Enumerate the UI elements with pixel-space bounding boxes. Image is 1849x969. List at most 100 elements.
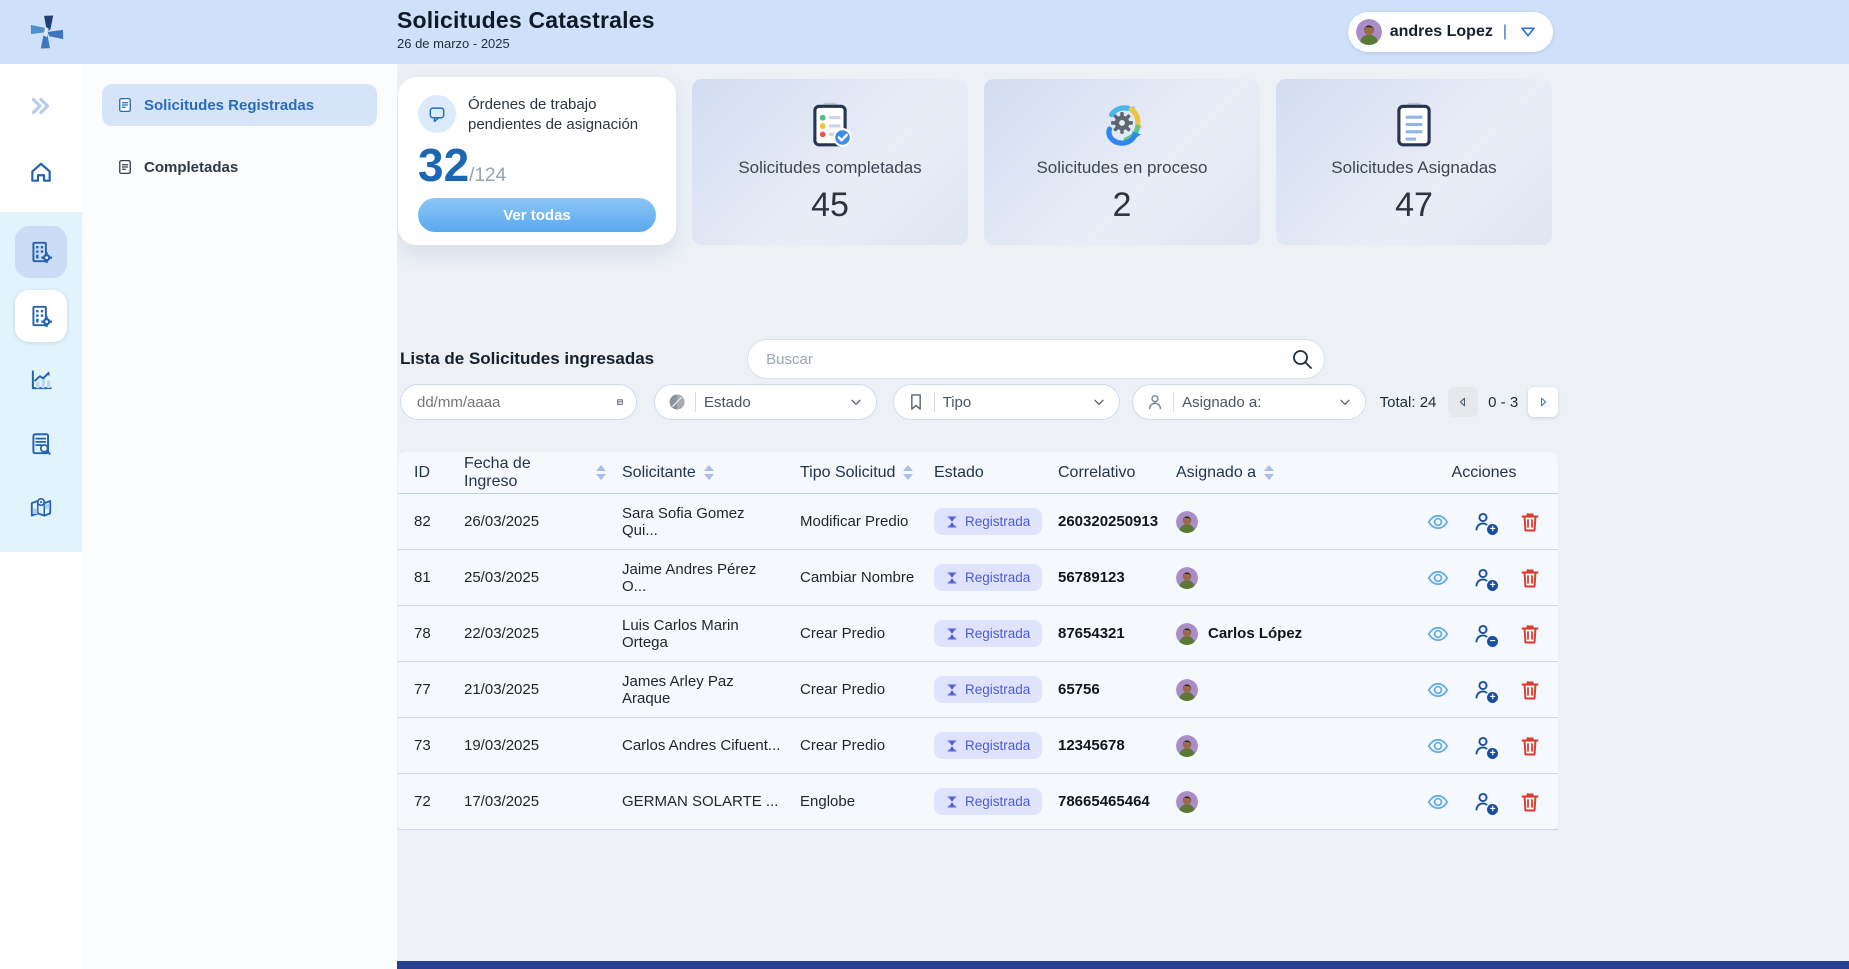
assign-user-button[interactable]: − — [1472, 622, 1496, 646]
cell-asignado — [1160, 735, 1410, 757]
title-block: Solicitudes Catastrales 26 de marzo - 20… — [397, 7, 655, 51]
tipo-filter-select[interactable]: Tipo — [893, 384, 1121, 420]
assign-user-button[interactable]: + — [1472, 678, 1496, 702]
pending-count-total: /124 — [469, 165, 506, 186]
table-row[interactable]: 81 25/03/2025 Jaime Andres Pérez O... Ca… — [398, 550, 1558, 606]
stat-card-completadas: Solicitudes completadas 45 — [692, 79, 968, 245]
table-row[interactable]: 72 17/03/2025 GERMAN SOLARTE ... Englobe… — [398, 774, 1558, 830]
nav-item-solicitudes-registradas[interactable]: Solicitudes Registradas — [102, 84, 377, 126]
delete-button[interactable] — [1518, 510, 1542, 534]
estado-filter-select[interactable]: Estado — [654, 384, 877, 420]
table-row[interactable]: 73 19/03/2025 Carlos Andres Cifuent... C… — [398, 718, 1558, 774]
assignee-avatar[interactable] — [1176, 623, 1198, 645]
app-logo-icon[interactable] — [26, 11, 68, 53]
assignee-avatar[interactable] — [1176, 679, 1198, 701]
hourglass-icon — [946, 572, 958, 584]
delete-button[interactable] — [1518, 678, 1542, 702]
assign-user-button[interactable]: + — [1472, 510, 1496, 534]
triangle-down-icon[interactable] — [1517, 21, 1539, 43]
cell-acciones: + — [1410, 678, 1558, 702]
sort-icon[interactable] — [704, 465, 714, 480]
table-row[interactable]: 77 21/03/2025 James Arley Paz Araque Cre… — [398, 662, 1558, 718]
table-row[interactable]: 78 22/03/2025 Luis Carlos Marin Ortega C… — [398, 606, 1558, 662]
app-header: Solicitudes Catastrales 26 de marzo - 20… — [0, 0, 1849, 64]
view-button[interactable] — [1426, 790, 1450, 814]
trash-icon — [1518, 566, 1542, 590]
cell-estado: Registrada — [918, 788, 1042, 815]
column-header-estado: Estado — [918, 464, 1042, 482]
assignee-avatar[interactable] — [1176, 567, 1198, 589]
cell-acciones: + — [1410, 734, 1558, 758]
sort-icon[interactable] — [903, 465, 913, 480]
asignado-filter-select[interactable]: Asignado a: — [1132, 384, 1366, 420]
search-icon[interactable] — [1290, 347, 1314, 371]
assign-user-button[interactable]: + — [1472, 734, 1496, 758]
eye-icon — [1426, 678, 1450, 702]
assignee-avatar[interactable] — [1176, 791, 1198, 813]
calendar-icon[interactable] — [616, 393, 624, 411]
sidebar-item-mapa[interactable] — [15, 482, 67, 534]
pagination-next-button[interactable] — [1528, 387, 1558, 417]
sidebar-item-reportes[interactable] — [15, 354, 67, 406]
user-name: andres Lopez — [1390, 23, 1493, 41]
delete-button[interactable] — [1518, 622, 1542, 646]
cell-asignado — [1160, 791, 1410, 813]
eye-icon — [1426, 790, 1450, 814]
table-row[interactable]: 82 26/03/2025 Sara Sofia Gomez Qui... Mo… — [398, 494, 1558, 550]
sort-icon[interactable] — [596, 465, 606, 480]
sidebar-item-consulta-documentos[interactable] — [15, 418, 67, 470]
assignee-avatar[interactable] — [1176, 511, 1198, 533]
assign-user-button[interactable]: + — [1472, 566, 1496, 590]
trash-icon — [1518, 678, 1542, 702]
sidebar-item-solicitudes-alt[interactable] — [15, 290, 67, 342]
sidebar-item-home[interactable] — [0, 146, 82, 198]
user-menu[interactable]: andres Lopez | — [1348, 12, 1553, 52]
assignee-avatar[interactable] — [1176, 735, 1198, 757]
pending-card-title: Órdenes de trabajo pendientes de asignac… — [468, 95, 656, 134]
nav-item-completadas[interactable]: Completadas — [102, 146, 377, 188]
stat-card-en-proceso: Solicitudes en proceso 2 — [984, 79, 1260, 245]
cell-solicitante: Carlos Andres Cifuent... — [606, 737, 784, 754]
pending-orders-card: Órdenes de trabajo pendientes de asignac… — [398, 77, 676, 245]
page-title: Solicitudes Catastrales — [397, 7, 655, 34]
sidebar-item-solicitudes-active[interactable] — [15, 226, 67, 278]
pending-count-value: 32 — [418, 139, 469, 191]
view-button[interactable] — [1426, 734, 1450, 758]
nav-item-label: Completadas — [144, 159, 238, 176]
view-button[interactable] — [1426, 510, 1450, 534]
cell-estado: Registrada — [918, 508, 1042, 535]
user-avatar — [1356, 19, 1382, 45]
search-input[interactable] — [766, 351, 1290, 368]
column-header-asignado: Asignado a — [1160, 464, 1410, 482]
delete-button[interactable] — [1518, 566, 1542, 590]
stat-label: Solicitudes Asignadas — [1331, 158, 1496, 178]
page-date: 26 de marzo - 2025 — [397, 36, 655, 51]
eye-icon — [1426, 622, 1450, 646]
cell-id: 78 — [398, 625, 448, 642]
cell-correlativo: 56789123 — [1042, 569, 1160, 586]
ver-todas-button[interactable]: Ver todas — [418, 198, 656, 232]
assign-user-button[interactable]: + — [1472, 790, 1496, 814]
view-button[interactable] — [1426, 566, 1450, 590]
sort-icon[interactable] — [1264, 465, 1274, 480]
date-input[interactable] — [417, 394, 616, 411]
column-header-fecha: Fecha de Ingreso — [448, 455, 606, 491]
asignado-filter-label: Asignado a: — [1182, 394, 1329, 411]
status-badge: Registrada — [934, 788, 1042, 815]
hourglass-icon — [946, 684, 958, 696]
delete-button[interactable] — [1518, 790, 1542, 814]
home-icon — [28, 159, 54, 185]
cell-asignado — [1160, 511, 1410, 533]
column-header-acciones: Acciones — [1410, 464, 1558, 482]
cell-asignado — [1160, 679, 1410, 701]
cell-fecha: 19/03/2025 — [448, 737, 606, 754]
view-button[interactable] — [1426, 622, 1450, 646]
cell-asignado — [1160, 567, 1410, 589]
sidebar-collapse-button[interactable] — [0, 80, 82, 132]
delete-button[interactable] — [1518, 734, 1542, 758]
trash-icon — [1518, 790, 1542, 814]
triangle-right-icon — [1536, 395, 1550, 409]
pagination-prev-button[interactable] — [1448, 387, 1478, 417]
view-button[interactable] — [1426, 678, 1450, 702]
cell-tipo: Englobe — [784, 793, 918, 810]
